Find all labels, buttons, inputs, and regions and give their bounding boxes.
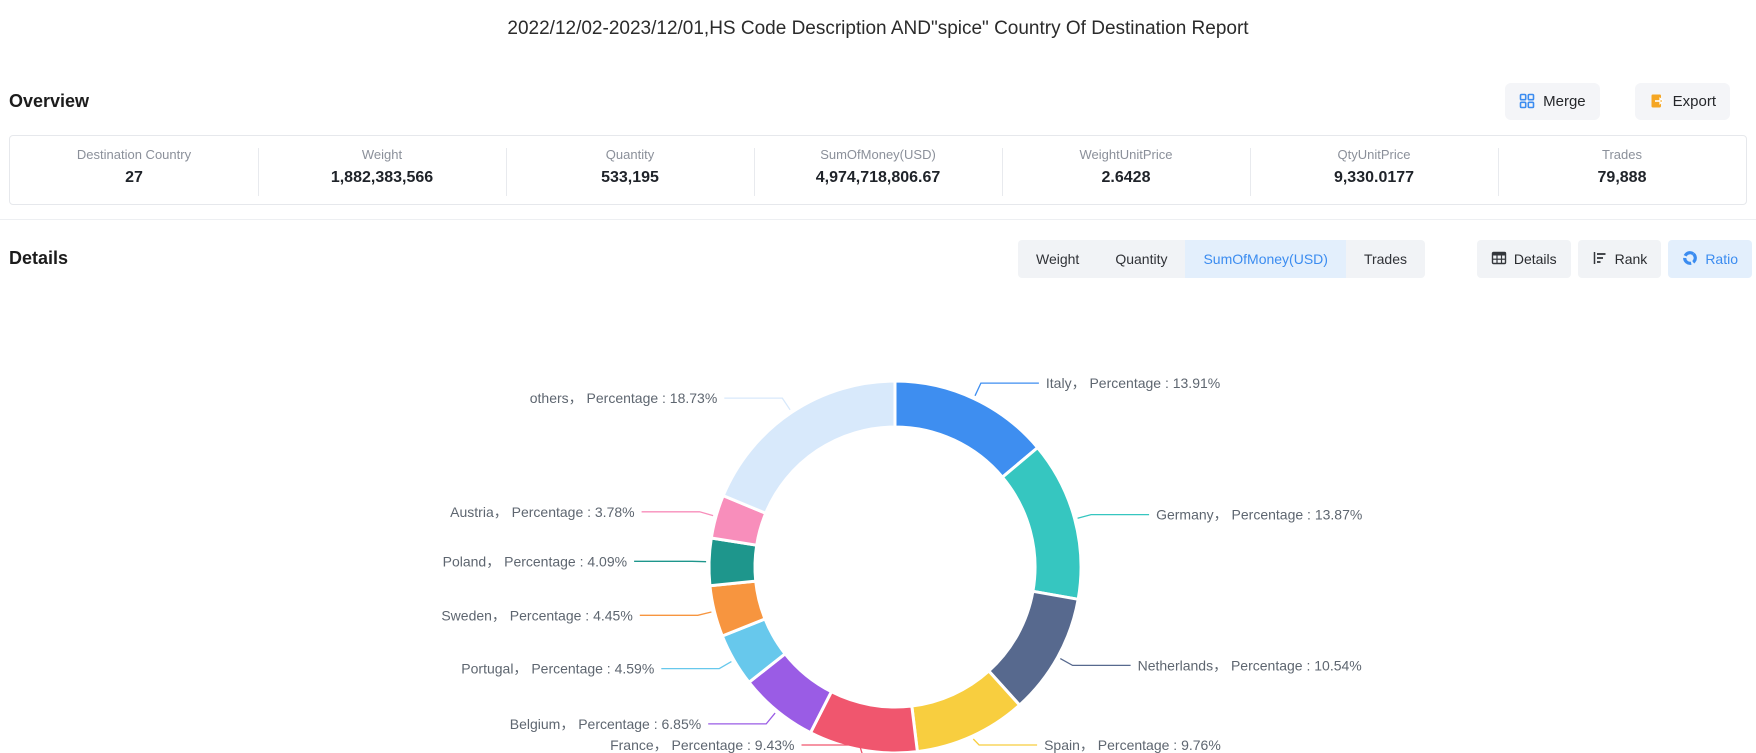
page-title: 2022/12/02-2023/12/01,HS Code Descriptio… — [0, 18, 1756, 40]
slice-label-austria: Austria， Percentage : 3.78% — [450, 504, 634, 520]
stat-label: Trades — [1498, 147, 1746, 162]
stat-value: 27 — [10, 169, 258, 187]
overview-heading: Overview — [9, 91, 89, 112]
donut-icon — [1682, 250, 1698, 269]
export-button[interactable]: Export — [1635, 83, 1730, 120]
details-view-label: Details — [1514, 251, 1557, 267]
slice-label-france: France， Percentage : 9.43% — [610, 737, 794, 753]
leader-line-belgium — [708, 713, 775, 724]
merge-button[interactable]: Merge — [1505, 83, 1600, 120]
rank-view-button[interactable]: Rank — [1578, 240, 1662, 278]
table-icon — [1491, 250, 1507, 269]
slice-label-germany: Germany， Percentage : 13.87% — [1156, 507, 1362, 523]
stat-label: SumOfMoney(USD) — [754, 147, 1002, 162]
section-divider — [0, 219, 1756, 220]
overview-header: Overview Merge Export — [9, 82, 1730, 120]
slice-label-spain: Spain， Percentage : 9.76% — [1044, 737, 1221, 753]
tab-weight[interactable]: Weight — [1018, 240, 1097, 278]
leader-line-germany — [1078, 515, 1150, 519]
stat-value: 79,888 — [1498, 169, 1746, 187]
stat-value: 1,882,383,566 — [258, 169, 506, 187]
rank-view-label: Rank — [1615, 251, 1648, 267]
stat-label: QtyUnitPrice — [1250, 147, 1498, 162]
slice-others[interactable] — [723, 381, 895, 513]
ratio-view-label: Ratio — [1705, 251, 1738, 267]
ratio-view-button[interactable]: Ratio — [1668, 240, 1752, 278]
stat-label: Weight — [258, 147, 506, 162]
leader-line-austria — [642, 512, 714, 516]
stat-value: 533,195 — [506, 169, 754, 187]
stat-weight: Weight 1,882,383,566 — [258, 136, 506, 204]
stat-sum-of-money: SumOfMoney(USD) 4,974,718,806.67 — [754, 136, 1002, 204]
details-heading: Details — [9, 248, 68, 269]
slice-label-portugal: Portugal， Percentage : 4.59% — [461, 661, 654, 677]
stat-value: 2.6428 — [1002, 169, 1250, 187]
stat-trades: Trades 79,888 — [1498, 136, 1746, 204]
rank-icon — [1592, 250, 1608, 269]
slice-label-belgium: Belgium， Percentage : 6.85% — [510, 716, 701, 732]
overview-stats-bar: Destination Country 27 Weight 1,882,383,… — [9, 135, 1747, 205]
tab-quantity[interactable]: Quantity — [1097, 240, 1185, 278]
leader-line-others — [724, 398, 790, 410]
stat-value: 9,330.0177 — [1250, 169, 1498, 187]
leader-line-italy — [975, 383, 1039, 396]
stat-value: 4,974,718,806.67 — [754, 169, 1002, 187]
export-file-icon — [1649, 93, 1665, 109]
tab-trades[interactable]: Trades — [1346, 240, 1425, 278]
slice-label-netherlands: Netherlands， Percentage : 10.54% — [1138, 657, 1362, 673]
leader-line-sweden — [640, 612, 712, 615]
metric-tabs: Weight Quantity SumOfMoney(USD) Trades — [1018, 240, 1425, 278]
tab-sum-of-money[interactable]: SumOfMoney(USD) — [1185, 240, 1345, 278]
view-switcher: Details Rank Ratio — [1477, 240, 1752, 278]
slice-italy[interactable] — [895, 381, 1038, 477]
stat-label: WeightUnitPrice — [1002, 147, 1250, 162]
leader-line-netherlands — [1060, 659, 1130, 666]
overview-actions: Merge Export — [1505, 83, 1730, 120]
details-view-button[interactable]: Details — [1477, 240, 1571, 278]
merge-button-label: Merge — [1543, 93, 1586, 110]
slice-label-poland: Poland， Percentage : 4.09% — [443, 553, 627, 569]
donut-chart: Italy， Percentage : 13.91% Germany， Perce… — [0, 293, 1756, 753]
export-button-label: Export — [1673, 93, 1716, 110]
stat-label: Destination Country — [10, 147, 258, 162]
merge-grid-icon — [1519, 93, 1535, 109]
stat-destination-country: Destination Country 27 — [10, 136, 258, 204]
leader-line-portugal — [661, 662, 731, 669]
slice-label-italy: Italy， Percentage : 13.91% — [1046, 375, 1220, 391]
ratio-chart-area: Italy， Percentage : 13.91% Germany， Perce… — [0, 293, 1756, 753]
stat-weight-unit-price: WeightUnitPrice 2.6428 — [1002, 136, 1250, 204]
slice-label-sweden: Sweden， Percentage : 4.45% — [441, 607, 632, 623]
slice-label-others: others， Percentage : 18.73% — [530, 390, 718, 406]
leader-line-spain — [973, 739, 1037, 745]
stat-quantity: Quantity 533,195 — [506, 136, 754, 204]
details-header: Details Weight Quantity SumOfMoney(USD) … — [0, 240, 1756, 278]
slice-germany[interactable] — [1002, 448, 1081, 600]
stat-label: Quantity — [506, 147, 754, 162]
stat-qty-unit-price: QtyUnitPrice 9,330.0177 — [1250, 136, 1498, 204]
